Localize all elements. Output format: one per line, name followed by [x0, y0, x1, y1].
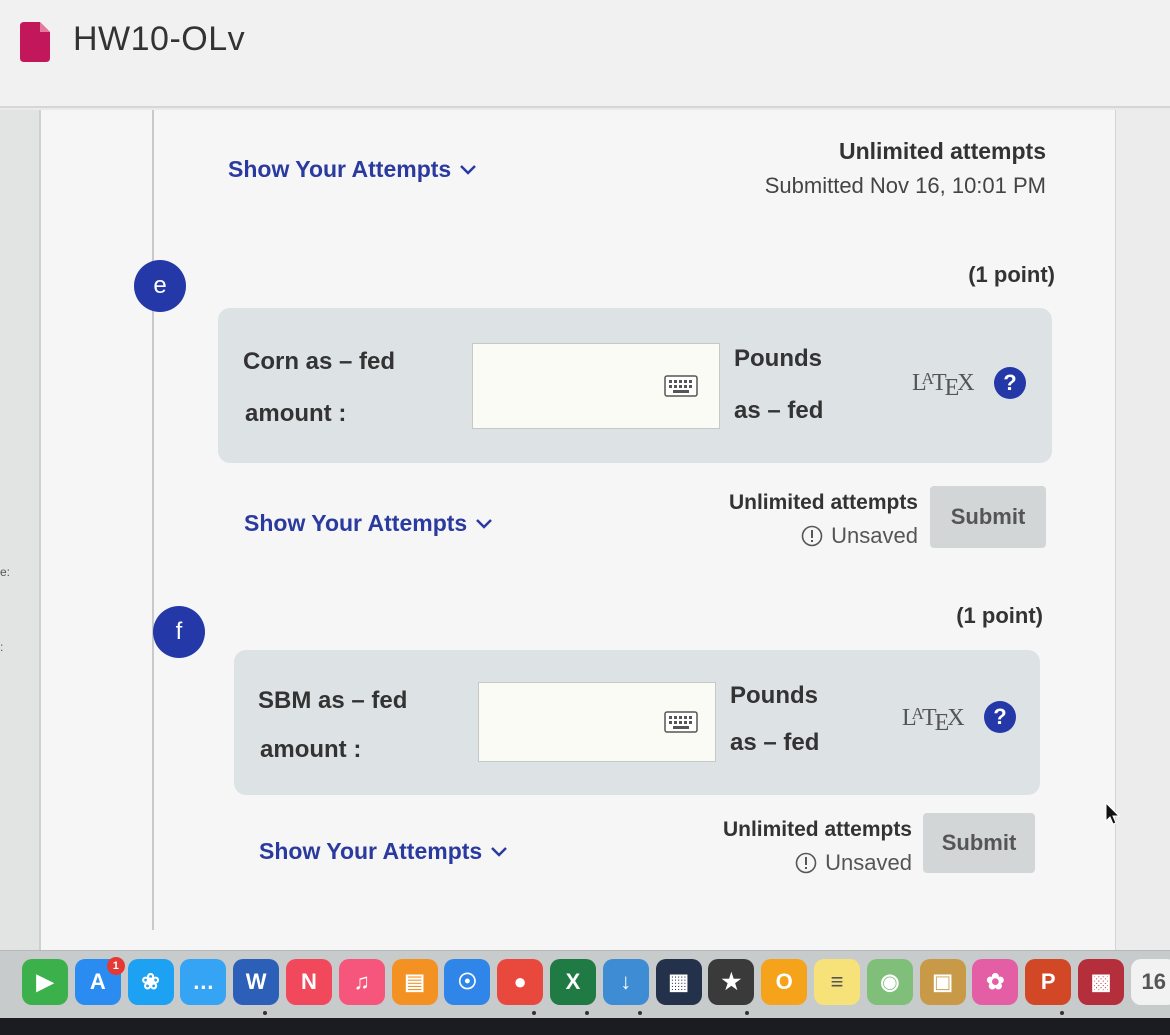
submission-info: Unlimited attempts Submitted Nov 16, 10:…	[765, 138, 1046, 199]
chrome-icon[interactable]: ●	[497, 959, 544, 1005]
running-indicator	[745, 1011, 749, 1015]
excel-icon[interactable]: X	[550, 959, 596, 1005]
right-scroll-area[interactable]	[1115, 110, 1170, 950]
question-box-f: SBM as – fed amount : Pounds as – fed LA…	[234, 650, 1040, 795]
question-box-e: Corn as – fed amount : Pounds as – fed L…	[218, 308, 1052, 463]
app-header: HW10-OLv	[0, 0, 1170, 108]
show-attempts-label: Show Your Attempts	[244, 510, 468, 536]
latex-logo[interactable]: LATEX	[902, 704, 965, 736]
photos-icon[interactable]: ✿	[972, 959, 1019, 1005]
music-icon[interactable]: ♫	[338, 959, 385, 1005]
archive-icon[interactable]: ▣	[919, 959, 966, 1005]
warning-circle-icon	[801, 525, 823, 547]
background-window-label: :	[0, 640, 4, 654]
unsaved-status: Unsaved	[723, 850, 912, 876]
maps-icon[interactable]: ◉	[866, 959, 913, 1005]
unsaved-label: Unsaved	[831, 523, 918, 548]
office-icon[interactable]: O	[761, 959, 808, 1005]
latex-logo[interactable]: LATEX	[912, 369, 975, 401]
running-indicator	[638, 1011, 642, 1015]
running-indicator	[1060, 1011, 1064, 1015]
attempt-status: Unlimited attempts Unsaved	[723, 818, 912, 876]
chevron-down-icon	[491, 846, 508, 857]
background-window: e: :	[0, 110, 40, 950]
attempt-status: Unlimited attempts Unsaved	[729, 491, 918, 549]
unit-label-cont: as – fed	[734, 397, 824, 424]
points-label: (1 point)	[968, 262, 1055, 287]
running-indicator	[585, 1011, 589, 1015]
unsaved-status: Unsaved	[729, 523, 918, 549]
unit-label: Pounds	[730, 682, 818, 709]
show-attempts-link[interactable]: Show Your Attempts	[228, 156, 477, 183]
question-label-cont: amount :	[245, 400, 347, 427]
photobooth-icon[interactable]: ▩	[1078, 959, 1124, 1005]
powerpoint-icon[interactable]: P	[1025, 959, 1072, 1005]
twitter-icon[interactable]: ❀	[127, 959, 174, 1005]
question-label-cont: amount :	[260, 736, 362, 763]
screen-bezel	[0, 1018, 1170, 1035]
help-icon[interactable]: ?	[984, 701, 1016, 733]
part-badge-f: f	[153, 606, 205, 658]
calendar-icon[interactable]: 16	[1130, 959, 1170, 1005]
help-icon[interactable]: ?	[994, 367, 1026, 399]
notification-badge: 1	[106, 957, 125, 975]
submit-button[interactable]: Submit	[923, 813, 1035, 873]
books-icon[interactable]: ▤	[391, 959, 438, 1005]
facetime-icon[interactable]: ▶	[22, 959, 68, 1005]
unsaved-label: Unsaved	[825, 850, 912, 875]
running-indicator	[263, 1011, 267, 1015]
question-label: Corn as – fed	[243, 348, 396, 375]
news-icon[interactable]: N	[286, 959, 332, 1005]
submitted-timestamp: Submitted Nov 16, 10:01 PM	[764, 173, 1046, 198]
notes-icon[interactable]: ≡	[814, 959, 860, 1005]
unit-label-cont: as – fed	[730, 729, 820, 756]
points-label: (1 point)	[956, 603, 1043, 628]
chevron-down-icon	[460, 164, 477, 175]
attempts-limit: Unlimited attempts	[722, 818, 912, 841]
show-attempts-label: Show Your Attempts	[259, 838, 483, 864]
show-attempts-link[interactable]: Show Your Attempts	[259, 838, 508, 865]
progress-timeline	[152, 110, 154, 930]
keyboard-icon[interactable]	[664, 375, 698, 397]
word-icon[interactable]: W	[233, 959, 280, 1005]
unit-label: Pounds	[734, 345, 822, 372]
assignment-title: HW10-OLv	[73, 20, 246, 58]
show-attempts-link[interactable]: Show Your Attempts	[244, 510, 493, 537]
show-attempts-label: Show Your Attempts	[228, 156, 452, 182]
screen-icon[interactable]: ▦	[655, 959, 702, 1005]
safari-icon[interactable]: ☉	[444, 959, 491, 1005]
submit-button[interactable]: Submit	[930, 486, 1046, 548]
app-store-icon[interactable]: A1	[74, 957, 125, 1005]
attempts-limit: Unlimited attempts	[728, 491, 918, 514]
background-window-label: e:	[0, 565, 11, 579]
attempts-limit: Unlimited attempts	[838, 138, 1046, 164]
question-label: SBM as – fed	[258, 687, 408, 714]
document-icon	[20, 22, 50, 62]
keyboard-icon[interactable]	[664, 711, 698, 733]
part-badge-e: e	[134, 260, 186, 312]
running-indicator	[532, 1011, 536, 1015]
downloader-icon[interactable]: ↓	[602, 959, 649, 1005]
chevron-down-icon	[476, 518, 493, 529]
macos-dock: ▶ A 1 ❀… W N ♫ ▤ ☉ ● X ↓ ▦ ★ O ≡ ◉ ▣ ✿ P ▩ 16	[0, 950, 1170, 1018]
messages-icon[interactable]: …	[180, 959, 227, 1005]
mouse-cursor-icon	[1105, 802, 1121, 825]
imovie-icon[interactable]: ★	[708, 959, 755, 1005]
warning-circle-icon	[795, 852, 817, 874]
